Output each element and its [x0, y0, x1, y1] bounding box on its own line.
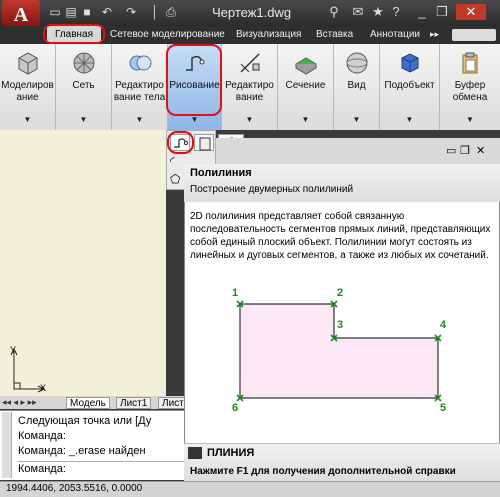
tooltip-command-name: ПЛИНИЯ	[207, 447, 255, 459]
view-sphere-icon	[346, 52, 367, 74]
dropdown-arrow-icon[interactable]: ▼	[278, 114, 333, 126]
clipboard-label: Буфер обмена	[452, 80, 488, 103]
minimize-icon[interactable]: _	[414, 4, 430, 20]
section-label: Сечение	[285, 80, 326, 91]
subobject-icon	[401, 53, 418, 73]
clipboard-icon	[462, 52, 478, 74]
subobject-button[interactable]: Подобъект ▼	[380, 44, 440, 130]
redo-icon[interactable]: ↷	[124, 5, 138, 19]
drawing-window-header	[216, 138, 500, 164]
new-icon[interactable]: ▭	[48, 5, 62, 19]
section-button[interactable]: Сечение ▼	[278, 44, 334, 130]
document-title: Чертеж1.dwg	[212, 5, 292, 20]
vertex-label: 6	[232, 402, 239, 414]
solid-editing-label: Редактиро вание тела	[113, 80, 166, 103]
close-icon[interactable]: ✕	[456, 4, 486, 20]
section-icon	[294, 57, 317, 75]
binoculars-icon[interactable]: ⚲	[326, 4, 342, 20]
modify-label: Редактиро вание	[225, 80, 274, 103]
mesh-label: Сеть	[72, 80, 95, 91]
modify-icon	[239, 53, 260, 73]
favorites-icon[interactable]: ★	[370, 4, 386, 20]
coordinates-readout: 1994.4406, 2053.5516, 0.0000	[6, 483, 143, 494]
dropdown-arrow-icon[interactable]: ▼	[112, 114, 167, 126]
vertex-label: 4	[440, 319, 447, 331]
highlight-oval-draw	[166, 44, 222, 116]
box-icon	[18, 52, 37, 75]
more-tabs-icon[interactable]: ▸▸	[430, 27, 439, 42]
tab-annotations[interactable]: Аннотации	[370, 27, 420, 42]
tooltip-title: Полилиния	[190, 167, 252, 179]
highlight-oval-home-tab	[43, 24, 105, 44]
vertex-label: 1	[232, 287, 239, 299]
paste-icon	[199, 137, 211, 151]
restore-drawing-icon[interactable]: ❐	[460, 144, 470, 157]
mesh-sphere-icon	[73, 52, 94, 74]
dropdown-arrow-icon[interactable]: ▼	[222, 114, 277, 126]
rectangle-tool-icon[interactable]: ⬠	[170, 172, 182, 189]
command-input[interactable]: Команда:	[18, 461, 198, 475]
solid-editing-button[interactable]: Редактиро вание тела ▼	[112, 44, 168, 130]
modeling-button[interactable]: Моделиров ание ▼	[0, 44, 56, 130]
tab-visualization[interactable]: Визуализация	[236, 27, 301, 42]
tooltip-subtitle: Построение двумерных полилиний	[190, 184, 354, 195]
paste-tool-button[interactable]	[194, 134, 214, 151]
dropdown-arrow-icon[interactable]: ▼	[440, 114, 500, 126]
vertex-label: 5	[440, 402, 447, 414]
modeling-label: Моделиров ание	[1, 80, 54, 103]
tooltip-help-hint: Нажмите F1 для получения дополнительной …	[190, 466, 456, 477]
open-icon[interactable]: ▤	[64, 5, 78, 19]
save-icon[interactable]: ■	[80, 5, 94, 19]
dropdown-arrow-icon[interactable]: ▼	[56, 114, 111, 126]
mesh-button[interactable]: Сеть ▼	[56, 44, 112, 130]
dropdown-arrow-icon[interactable]: ▼	[334, 114, 379, 126]
help-icon[interactable]: ?	[388, 4, 404, 20]
panel-options-button[interactable]	[452, 29, 496, 41]
tab-sheet1[interactable]: Лист1	[116, 397, 152, 409]
y-axis-label: Y	[10, 345, 17, 355]
clipboard-button[interactable]: Буфер обмена ▼	[440, 44, 500, 130]
undo-icon[interactable]: ↶	[100, 5, 114, 19]
view-button[interactable]: Вид ▼	[334, 44, 380, 130]
command-history-line: Команда: _.erase найден	[18, 445, 146, 457]
separator-icon: │	[151, 5, 159, 19]
close-drawing-icon[interactable]: ✕	[476, 144, 485, 157]
dropdown-arrow-icon[interactable]: ▼	[0, 114, 55, 126]
highlight-oval-polyline	[167, 131, 194, 154]
vertex-label: 3	[337, 319, 344, 331]
command-history-line: Команда:	[18, 430, 66, 442]
dropdown-arrow-icon[interactable]: ▼	[380, 114, 439, 126]
view-label: Вид	[347, 80, 366, 91]
solid-edit-icon	[129, 55, 151, 71]
tab-insert[interactable]: Вставка	[316, 27, 353, 42]
communication-icon[interactable]: ✉	[350, 4, 366, 20]
tooltip-description: 2D полилиния представляет собой связанну…	[190, 211, 491, 261]
vertex-label: 2	[337, 287, 344, 299]
command-history-line: Следующая точка или [Ду	[18, 415, 152, 427]
minimize-drawing-icon[interactable]: ▭	[446, 144, 456, 157]
circle-tool-icon[interactable]: ◜	[170, 154, 182, 171]
plot-icon[interactable]: ⎙	[164, 5, 178, 19]
tab-mesh-modeling[interactable]: Сетевое моделирование	[110, 27, 225, 42]
restore-icon[interactable]: ❐	[434, 4, 450, 20]
command-icon	[188, 447, 202, 459]
tab-model[interactable]: Модель	[66, 397, 110, 409]
nav-arrows-icon[interactable]: ◂◂ ◂ ▸ ▸▸	[2, 397, 37, 408]
modify-button[interactable]: Редактиро вание ▼	[222, 44, 278, 130]
x-axis-label: X	[40, 383, 47, 393]
polyline-example-diagram	[236, 300, 442, 402]
command-line-grip[interactable]	[2, 412, 12, 478]
subobject-label: Подобъект	[384, 80, 435, 91]
